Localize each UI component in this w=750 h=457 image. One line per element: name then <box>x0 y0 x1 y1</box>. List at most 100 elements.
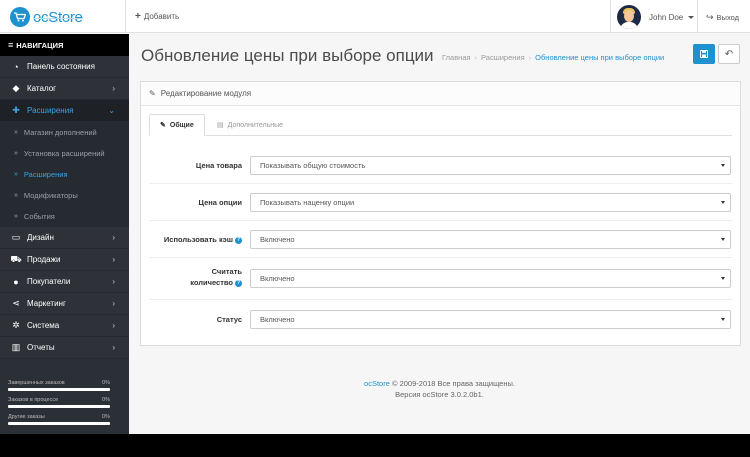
form-row-status: Статус Включено <box>149 300 732 338</box>
select-value: Показывать общую стоимость <box>260 161 366 170</box>
submenu-item-events[interactable]: » События <box>0 206 129 227</box>
extensions-submenu: » Магазин дополнений » Установка расшире… <box>0 122 129 227</box>
sidebar-item-customers[interactable]: ● Покупатели › <box>0 271 129 293</box>
option-price-select[interactable]: Показывать наценку опции <box>250 193 731 212</box>
sidebar-item-sales[interactable]: ⛟ Продажи › <box>0 249 129 271</box>
use-cache-select[interactable]: Включено <box>250 230 731 249</box>
list-icon: ▤ <box>217 122 224 129</box>
angle-right-icon: » <box>14 129 18 136</box>
order-stats: Завершенных заказов 0% Заказов в процесс… <box>8 380 110 431</box>
progress-bar <box>8 388 110 391</box>
chevron-right-icon: › <box>112 321 115 330</box>
user-menu[interactable]: John Doe <box>617 5 695 29</box>
sidebar-item-reports[interactable]: ▥ Отчеты › <box>0 337 129 359</box>
submenu-item-modifications[interactable]: » Модификаторы <box>0 185 129 206</box>
submenu-item-store[interactable]: » Магазин дополнений <box>0 122 129 143</box>
sidebar-item-marketing[interactable]: ⋖ Маркетинг › <box>0 293 129 315</box>
caret-down-icon <box>688 15 695 19</box>
caret-down-icon <box>721 238 725 241</box>
form-row-product-price: Цена товара Показывать общую стоимость <box>149 147 732 184</box>
avatar <box>617 5 641 29</box>
field-label: Использовать кэш <box>163 235 233 244</box>
logo-underline <box>33 18 83 19</box>
submenu-item-label: Модификаторы <box>23 191 78 200</box>
cart-icon: ⛟ <box>10 253 22 264</box>
submenu-item-extensions[interactable]: » Расширения <box>0 164 129 185</box>
footer-brand-link[interactable]: ocStore <box>364 379 390 388</box>
cog-icon: ✲ <box>12 320 20 330</box>
sidebar-item-label: Расширения <box>27 106 74 115</box>
caret-down-icon <box>721 318 725 321</box>
sidebar-item-extensions[interactable]: ✚ Расширения ⌄ <box>0 100 129 122</box>
angle-right-icon: » <box>14 150 18 157</box>
progress-bar <box>8 405 110 408</box>
floppy-icon <box>700 50 708 58</box>
logout-button[interactable]: ↪ Выход <box>706 12 739 23</box>
pencil-icon: ✎ <box>149 89 156 98</box>
breadcrumb-home[interactable]: Главная <box>442 53 471 62</box>
caret-down-icon <box>721 201 725 204</box>
sidebar-item-label: Система <box>27 321 60 330</box>
breadcrumb-extensions[interactable]: Расширения <box>481 53 525 62</box>
stat-processing: Заказов в процессе 0% <box>8 397 110 408</box>
reply-icon: ↶ <box>724 48 734 60</box>
app-window: ocStore + Добавить John Doe ↪ Выход ≡ НА… <box>0 0 750 434</box>
stat-label: Завершенных заказов <box>8 380 65 386</box>
question-circle-icon[interactable]: ? <box>235 236 242 244</box>
field-label-wrap: Использовать кэш? <box>164 234 242 245</box>
page-title: Обновление цены при выборе опции <box>141 46 434 65</box>
sidebar-item-label: Каталог <box>27 84 57 93</box>
puzzle-icon: ✚ <box>12 105 20 115</box>
sidebar-item-label: Отчеты <box>27 343 55 352</box>
stat-value: 0% <box>102 414 110 420</box>
sidebar-item-label: Покупатели <box>27 277 71 286</box>
product-price-select[interactable]: Показывать общую стоимость <box>250 156 731 175</box>
tab-label: Общие <box>169 121 194 129</box>
count-quantity-select[interactable]: Включено <box>250 269 731 288</box>
panel-title: Редактирование модуля <box>160 89 252 98</box>
add-button[interactable]: + Добавить <box>135 11 179 22</box>
field-label: Статус <box>216 315 242 324</box>
stat-completed: Завершенных заказов 0% <box>8 380 110 391</box>
header-divider <box>125 0 126 33</box>
logout-label: Выход <box>716 13 739 22</box>
logo[interactable]: ocStore <box>10 6 83 28</box>
breadcrumb: Главная › Расширения › Обновление цены п… <box>442 53 665 62</box>
top-header: ocStore + Добавить John Doe ↪ Выход <box>0 0 750 33</box>
bar-chart-icon: ▥ <box>11 342 21 352</box>
stat-value: 0% <box>102 397 110 403</box>
angle-right-icon: » <box>14 192 18 199</box>
main-content: Обновление цены при выборе опции Главная… <box>129 34 750 434</box>
cart-logo-icon <box>10 7 30 27</box>
submenu-item-label: Расширения <box>23 170 68 179</box>
sidebar-item-catalog[interactable]: ◆ Каталог › <box>0 78 129 100</box>
sidebar-item-label: Дизайн <box>27 233 54 242</box>
status-select[interactable]: Включено <box>250 310 731 329</box>
save-button[interactable] <box>693 44 715 64</box>
chevron-right-icon: › <box>112 299 115 308</box>
footer-copyright: ocStore © 2009-2018 Все права защищены. <box>129 379 750 388</box>
stat-value: 0% <box>102 380 110 386</box>
sidebar-item-design[interactable]: ▭ Дизайн › <box>0 227 129 249</box>
question-circle-icon[interactable]: ? <box>235 279 242 287</box>
tab-label: Дополнительные <box>227 121 284 129</box>
sidebar-item-dashboard[interactable]: ◔ Панель состояния <box>0 56 129 78</box>
field-label: Цена опции <box>198 198 242 207</box>
field-label: Цена товара <box>195 161 242 170</box>
sidebar-item-system[interactable]: ✲ Система › <box>0 315 129 337</box>
wrench-icon: ✎ <box>160 122 166 129</box>
logo-text: ocStore <box>33 8 83 26</box>
caret-down-icon <box>721 277 725 280</box>
tab-general[interactable]: ✎ Общие <box>149 114 205 136</box>
submenu-item-installer[interactable]: » Установка расширений <box>0 143 129 164</box>
stat-label: Заказов в процессе <box>8 397 59 403</box>
dashboard-icon: ◔ <box>13 61 19 72</box>
breadcrumb-current[interactable]: Обновление цены при выборе опции <box>535 53 664 62</box>
back-button[interactable]: ↶ <box>718 44 740 64</box>
panel-heading: ✎ Редактирование модуля <box>141 82 740 106</box>
user-icon: ● <box>13 276 19 287</box>
sign-out-icon: ↪ <box>706 12 714 22</box>
footer-copyright-text: © 2009-2018 Все права защищены. <box>391 379 515 388</box>
sidebar: ≡ НАВИГАЦИЯ ◔ Панель состояния ◆ Каталог… <box>0 34 129 434</box>
tab-additional[interactable]: ▤ Дополнительные <box>207 114 293 136</box>
